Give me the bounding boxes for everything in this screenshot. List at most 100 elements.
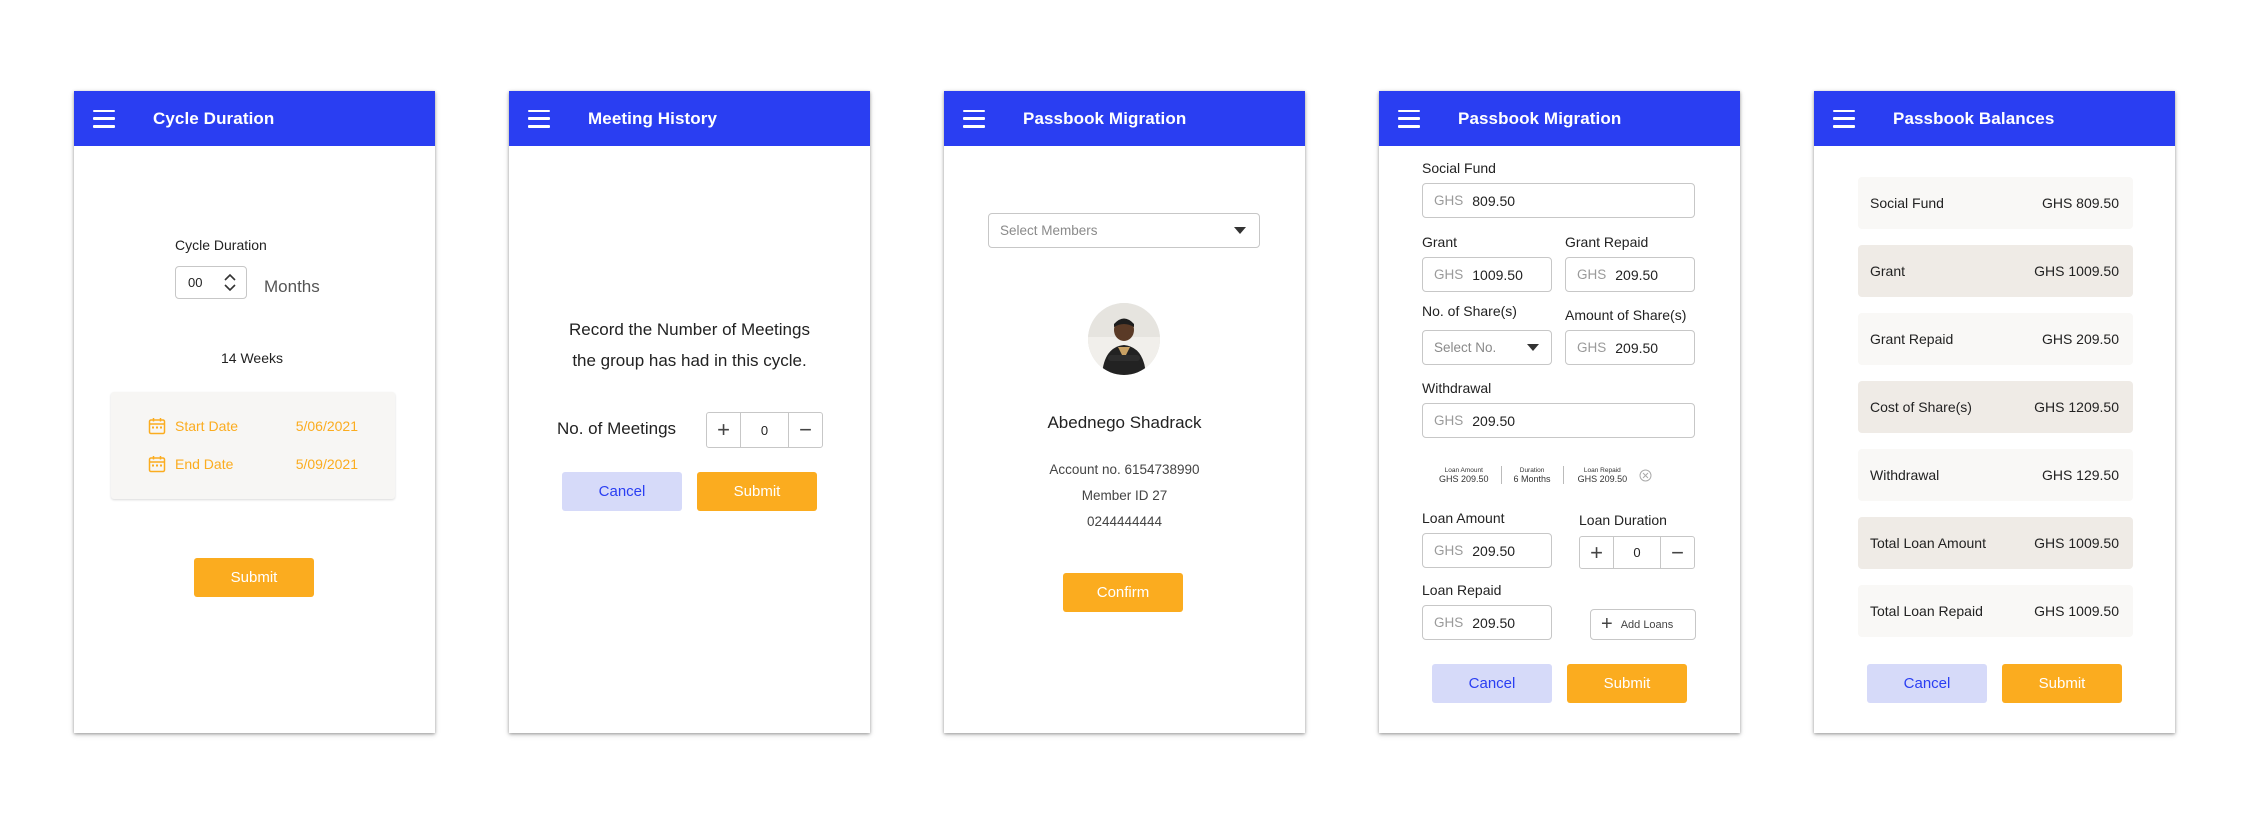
grant-field[interactable]: GHS 1009.50 [1422, 257, 1552, 292]
confirm-button[interactable]: Confirm [1063, 573, 1183, 612]
withdrawal-value: 209.50 [1472, 412, 1516, 429]
cancel-button[interactable]: Cancel [1432, 664, 1552, 703]
balance-value: GHS 809.50 [2041, 195, 2119, 211]
plus-icon[interactable]: + [707, 413, 740, 447]
grant-label: Grant [1422, 234, 1458, 250]
currency-prefix: GHS [1434, 413, 1464, 428]
withdrawal-field[interactable]: GHS 209.50 [1422, 403, 1695, 438]
balance-value: GHS 1009.50 [2034, 263, 2119, 279]
grant-repaid-label: Grant Repaid [1565, 234, 1649, 250]
balance-value: GHS 209.50 [2041, 331, 2119, 347]
submit-button[interactable]: Submit [1567, 664, 1687, 703]
select-members-dropdown[interactable]: Select Members [988, 213, 1260, 248]
app-bar: Passbook Balances [1814, 91, 2175, 146]
end-date-row[interactable]: End Date 5/09/2021 [148, 453, 358, 475]
balance-row-total-loan-repaid: Total Loan Repaid GHS 1009.50 [1858, 585, 2133, 637]
balance-row-social-fund: Social Fund GHS 809.50 [1858, 177, 2133, 229]
submit-button[interactable]: Submit [697, 472, 817, 511]
menu-icon[interactable] [93, 109, 115, 128]
balance-label: Grant Repaid [1870, 331, 1954, 347]
account-number: Account no. 6154738990 [1049, 462, 1200, 477]
balance-row-withdrawal: Withdrawal GHS 129.50 [1858, 449, 2133, 501]
page-title: Meeting History [588, 108, 718, 128]
page-title: Cycle Duration [153, 108, 275, 128]
start-date-label: Start Date [175, 418, 239, 434]
member-id: Member ID 27 [1081, 488, 1168, 503]
minus-icon[interactable]: − [1661, 537, 1694, 568]
balance-value: GHS 129.50 [2041, 467, 2119, 483]
dropdown-arrow-icon [1527, 344, 1539, 351]
cycle-duration-spinner[interactable]: 00 [175, 266, 247, 299]
submit-button[interactable]: Submit [2002, 664, 2122, 703]
passbook-migration-form-screen: Passbook Migration Social Fund GHS 809.5… [1379, 91, 1740, 733]
cycle-duration-label: Cycle Duration [175, 237, 267, 253]
menu-icon[interactable] [963, 109, 985, 128]
loan-repaid-label: Loan Repaid [1422, 582, 1502, 598]
plus-icon[interactable]: + [1580, 537, 1613, 568]
shares-dropdown[interactable]: Select No. [1422, 330, 1552, 365]
withdrawal-label: Withdrawal [1422, 380, 1492, 396]
passbook-migration-member-screen: Passbook Migration Select Members Abedne… [944, 91, 1305, 733]
currency-prefix: GHS [1434, 267, 1464, 282]
amount-shares-label: Amount of Share(s) [1565, 307, 1687, 323]
social-fund-label: Social Fund [1422, 160, 1496, 176]
loan-amount-field[interactable]: GHS 209.50 [1422, 533, 1552, 568]
balance-label: Withdrawal [1870, 467, 1940, 483]
loan-summary-value: 6 Months [1513, 474, 1551, 484]
balance-label: Cost of Share(s) [1870, 399, 1972, 415]
avatar [1088, 303, 1160, 375]
calendar-icon [148, 456, 166, 473]
menu-icon[interactable] [1833, 109, 1855, 128]
currency-prefix: GHS [1577, 267, 1607, 282]
page-title: Passbook Migration [1023, 108, 1187, 128]
add-loans-button[interactable]: + Add Loans [1590, 609, 1696, 640]
loan-summary-item: Loan Amount GHS 209.50 [1439, 466, 1502, 484]
balance-value: GHS 1009.50 [2034, 535, 2119, 551]
loan-amount-value: 209.50 [1472, 542, 1516, 559]
balance-label: Total Loan Amount [1870, 535, 1986, 551]
amount-shares-field[interactable]: GHS 209.50 [1565, 330, 1695, 365]
balance-row-grant-repaid: Grant Repaid GHS 209.50 [1858, 313, 2133, 365]
social-fund-value: 809.50 [1472, 192, 1516, 209]
loan-summary-item: Duration 6 Months [1502, 466, 1564, 484]
meeting-prompt: Record the Number of Meetings the group … [509, 314, 870, 376]
app-bar: Cycle Duration [74, 91, 435, 146]
prompt-line-2: the group has had in this cycle. [572, 351, 807, 370]
loan-repaid-value: 209.50 [1472, 614, 1516, 631]
meetings-stepper: + 0 − [706, 412, 823, 448]
loan-repaid-field[interactable]: GHS 209.50 [1422, 605, 1552, 640]
menu-icon[interactable] [1398, 109, 1420, 128]
balance-value: GHS 1209.50 [2034, 399, 2119, 415]
cancel-button[interactable]: Cancel [562, 472, 682, 511]
weeks-text: 14 Weeks [221, 350, 283, 366]
submit-button[interactable]: Submit [194, 558, 314, 597]
grant-repaid-field[interactable]: GHS 209.50 [1565, 257, 1695, 292]
minus-icon[interactable]: − [789, 413, 822, 447]
select-members-placeholder: Select Members [1000, 223, 1098, 238]
menu-icon[interactable] [528, 109, 550, 128]
loan-duration-stepper: + 0 − [1579, 536, 1695, 569]
social-fund-field[interactable]: GHS 809.50 [1422, 183, 1695, 218]
end-date-value: 5/09/2021 [295, 456, 358, 472]
close-circle-icon[interactable] [1639, 469, 1652, 482]
plus-icon: + [1601, 613, 1613, 635]
start-date-value: 5/06/2021 [295, 418, 358, 434]
app-bar: Meeting History [509, 91, 870, 146]
balance-label: Social Fund [1870, 195, 1944, 211]
currency-prefix: GHS [1434, 615, 1464, 630]
member-details: Account no. 6154738990 Member ID 27 0244… [944, 457, 1305, 535]
dropdown-arrow-icon [1234, 227, 1246, 234]
spinner-arrows-icon[interactable] [224, 273, 236, 292]
passbook-balances-screen: Passbook Balances Social Fund GHS 809.50… [1814, 91, 2175, 733]
meetings-value[interactable]: 0 [740, 413, 789, 447]
page-title: Passbook Migration [1458, 108, 1622, 128]
balance-row-cost-of-shares: Cost of Share(s) GHS 1209.50 [1858, 381, 2133, 433]
loan-amount-label: Loan Amount [1422, 510, 1505, 526]
meeting-history-screen: Meeting History Record the Number of Mee… [509, 91, 870, 733]
start-date-row[interactable]: Start Date 5/06/2021 [148, 415, 358, 437]
app-bar: Passbook Migration [944, 91, 1305, 146]
balance-value: GHS 1009.50 [2034, 603, 2119, 619]
date-card: Start Date 5/06/2021 End Date 5/09/2021 [111, 392, 395, 499]
loan-duration-value[interactable]: 0 [1613, 537, 1661, 568]
cancel-button[interactable]: Cancel [1867, 664, 1987, 703]
